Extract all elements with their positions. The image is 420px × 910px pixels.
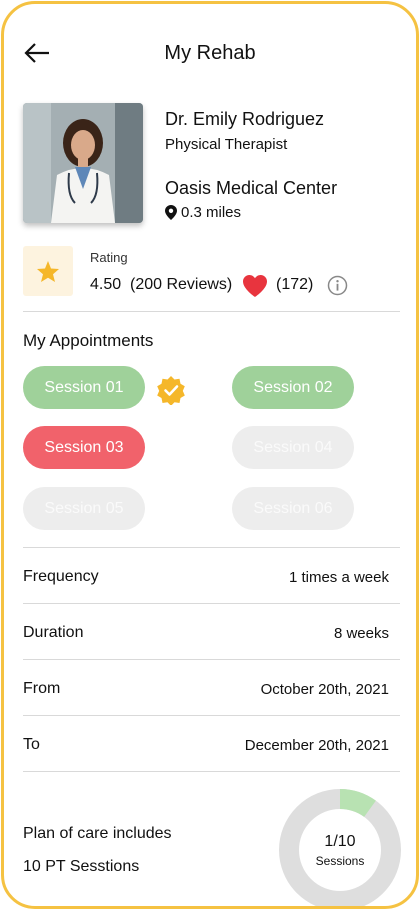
session-label: Session 04 [253, 438, 333, 456]
heart-icon[interactable] [242, 274, 268, 298]
distance: 0.3 miles [165, 204, 241, 221]
plan-count: 10 PT Sesstions [23, 858, 140, 875]
progress-caption: Sessions [315, 853, 365, 868]
divider [23, 547, 400, 548]
plan-label: Plan of care includes [23, 825, 172, 842]
top-bar: My Rehab [4, 4, 416, 104]
to-value: December 20th, 2021 [244, 737, 389, 754]
check-badge-icon [157, 376, 185, 405]
session-button-03[interactable]: Session 03 [23, 426, 145, 469]
duration-value: 8 weeks [333, 625, 389, 642]
reviews-count[interactable]: (200 Reviews) [130, 276, 232, 294]
rating-value: 4.50 [90, 276, 122, 293]
frequency-value: 1 times a week [288, 569, 389, 586]
session-button-05[interactable]: Session 05 [23, 487, 145, 530]
divider [23, 715, 400, 716]
phone-frame: My Rehab Dr. Emily Rodriguez Physical Th… [1, 1, 419, 909]
rating-label: Rating [90, 250, 128, 265]
doctor-name: Dr. Emily Rodriguez [165, 109, 325, 129]
session-label: Session 02 [253, 378, 333, 396]
info-icon[interactable] [327, 275, 348, 296]
appointments-title: My Appointments [23, 331, 154, 350]
page-title: My Rehab [164, 42, 256, 64]
likes-count: (172) [276, 276, 314, 293]
divider [23, 603, 400, 604]
progress-center: 1/10 Sessions [279, 789, 401, 906]
from-value: October 20th, 2021 [260, 681, 389, 698]
doctor-photo [23, 103, 143, 223]
session-button-06[interactable]: Session 06 [232, 487, 354, 530]
to-label: To [23, 736, 40, 753]
session-label: Session 06 [253, 499, 333, 517]
session-label: Session 03 [44, 438, 124, 456]
map-pin-icon [165, 205, 177, 220]
clinic-name: Oasis Medical Center [165, 178, 338, 198]
session-label: Session 05 [44, 499, 124, 517]
progress-value: 1/10 [324, 832, 356, 850]
from-label: From [23, 680, 61, 697]
frequency-label: Frequency [23, 568, 99, 585]
session-button-02[interactable]: Session 02 [232, 366, 354, 409]
divider [23, 659, 400, 660]
star-icon [37, 260, 59, 282]
divider [23, 771, 400, 772]
session-button-01[interactable]: Session 01 [23, 366, 145, 409]
rating-badge [23, 246, 73, 296]
divider [23, 311, 400, 312]
doctor-role: Physical Therapist [165, 136, 288, 153]
duration-label: Duration [23, 624, 84, 641]
distance-label: 0.3 miles [181, 204, 242, 221]
session-button-04[interactable]: Session 04 [232, 426, 354, 469]
session-label: Session 01 [44, 378, 124, 396]
